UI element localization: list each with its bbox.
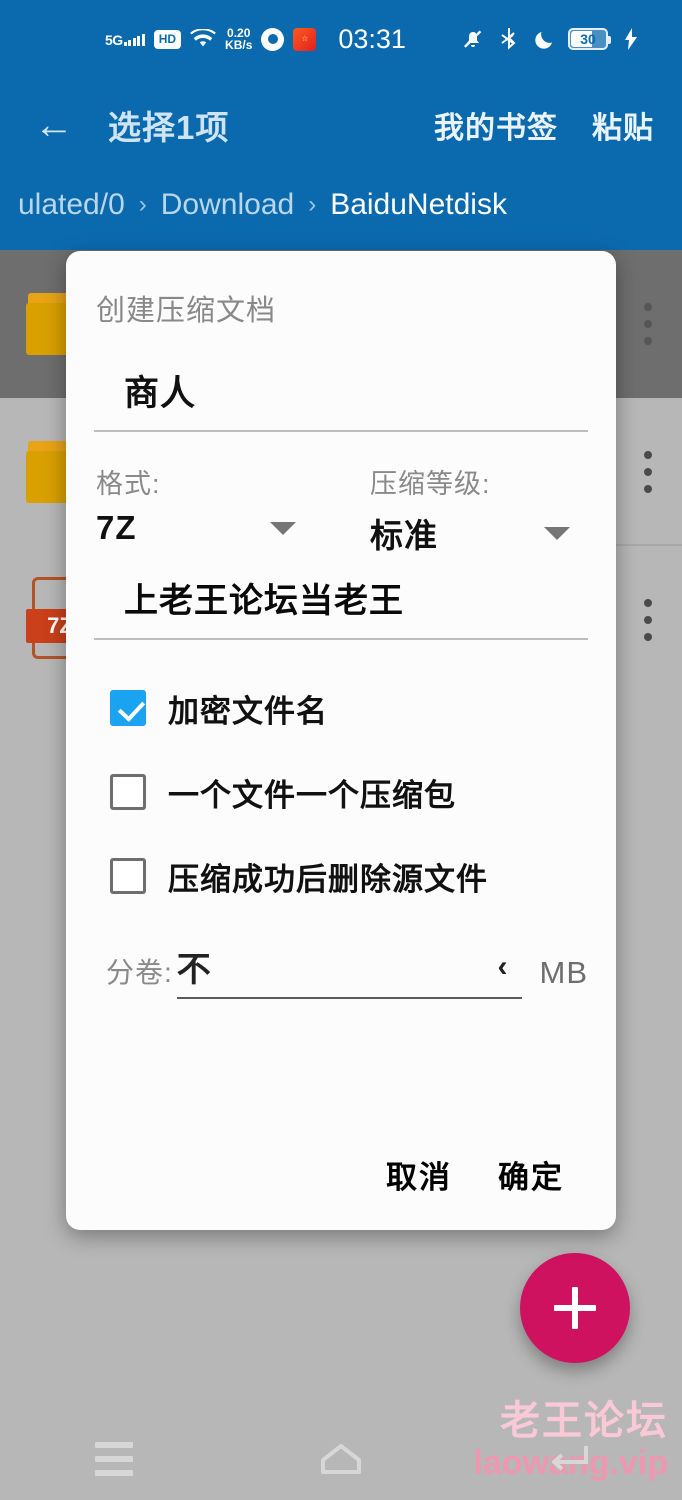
plus-icon bbox=[554, 1287, 596, 1329]
password-input[interactable]: 上老王论坛当老王 bbox=[124, 573, 588, 622]
my-bookmarks-button[interactable]: 我的书签 bbox=[434, 103, 558, 147]
more-vertical-icon[interactable] bbox=[644, 599, 652, 641]
back-icon bbox=[546, 1442, 590, 1476]
format-label: 格式: bbox=[96, 469, 161, 499]
mute-bell-icon bbox=[460, 26, 486, 52]
compression-level-selector[interactable]: 压缩等级: 标准 bbox=[314, 462, 588, 557]
bolt-icon bbox=[618, 26, 644, 52]
back-arrow-icon[interactable]: ← bbox=[28, 99, 80, 151]
compression-level-value-row[interactable]: 标准 bbox=[370, 509, 588, 557]
split-volume-unit: MB bbox=[539, 955, 588, 990]
signal-5g-icon: 5G bbox=[105, 31, 145, 48]
dialog-checkboxes: 加密文件名 一个文件一个压缩包 压缩成功后删除源文件 bbox=[94, 666, 588, 918]
create-archive-dialog: 创建压缩文档 商人 格式: 7Z 压缩等级: 标准 上老王论坛当老王 加密文件名 bbox=[66, 251, 616, 1230]
recents-button[interactable] bbox=[69, 1429, 159, 1489]
dialog-actions: 取消 确定 bbox=[66, 1118, 616, 1230]
chevron-down-icon[interactable] bbox=[544, 526, 570, 540]
volte-hd-icon: HD bbox=[153, 29, 182, 49]
checkbox-label: 一个文件一个压缩包 bbox=[168, 777, 456, 813]
app-icon: ☆ bbox=[293, 27, 317, 51]
network-speed-unit: KB/s bbox=[225, 38, 253, 52]
back-button[interactable] bbox=[523, 1429, 613, 1489]
clock-time: 03:31 bbox=[338, 23, 406, 54]
ok-button[interactable]: 确定 bbox=[498, 1152, 564, 1197]
battery-level-label: 30 bbox=[580, 31, 596, 47]
dialog-title: 创建压缩文档 bbox=[96, 295, 277, 327]
breadcrumb-separator: › bbox=[308, 191, 317, 218]
compression-level-label: 压缩等级: bbox=[370, 469, 491, 499]
network-speed-indicator: 0.20 KB/s bbox=[225, 27, 252, 51]
battery-indicator: 30 bbox=[568, 28, 611, 50]
archive-name-input[interactable]: 商人 bbox=[124, 365, 588, 416]
home-icon bbox=[319, 1442, 363, 1476]
breadcrumb-item-2[interactable]: BaiduNetdisk bbox=[330, 188, 507, 222]
chevron-down-icon[interactable] bbox=[270, 521, 296, 535]
more-vertical-icon[interactable] bbox=[644, 451, 652, 493]
checkbox-icon[interactable] bbox=[110, 858, 146, 894]
cancel-button[interactable]: 取消 bbox=[386, 1152, 452, 1197]
breadcrumb: ulated/0 › Download › BaiduNetdisk bbox=[0, 172, 682, 238]
network-type-label: 5G bbox=[105, 31, 123, 48]
menu-icon bbox=[94, 1442, 133, 1476]
page-title: 选择1项 bbox=[108, 109, 230, 146]
checkbox-label: 压缩成功后删除源文件 bbox=[168, 861, 488, 897]
breadcrumb-item-0[interactable]: ulated/0 bbox=[18, 188, 125, 222]
checkbox-encrypt-filenames[interactable]: 加密文件名 bbox=[94, 666, 588, 750]
home-button[interactable] bbox=[296, 1429, 386, 1489]
checkbox-delete-source-after[interactable]: 压缩成功后删除源文件 bbox=[94, 834, 588, 918]
checkbox-icon[interactable] bbox=[110, 774, 146, 810]
system-nav-bar bbox=[0, 1418, 682, 1500]
format-value-row[interactable]: 7Z bbox=[96, 509, 314, 547]
status-bar-right: 30 bbox=[460, 26, 644, 52]
breadcrumb-item-1[interactable]: Download bbox=[161, 188, 294, 222]
password-field[interactable]: 上老王论坛当老王 bbox=[94, 573, 588, 640]
status-bar: 5G HD 0.20 KB/s ☆ 03:31 30 bbox=[0, 0, 682, 78]
wifi-icon bbox=[190, 26, 216, 52]
format-selector[interactable]: 格式: 7Z bbox=[94, 462, 314, 557]
breadcrumb-separator: › bbox=[138, 191, 147, 218]
moon-icon bbox=[532, 26, 558, 52]
checkbox-one-archive-per-file[interactable]: 一个文件一个压缩包 bbox=[94, 750, 588, 834]
checkbox-label: 加密文件名 bbox=[168, 693, 328, 729]
split-volume-label: 分卷: bbox=[106, 957, 173, 988]
signal-bars-icon bbox=[123, 33, 145, 46]
add-fab-button[interactable] bbox=[520, 1253, 630, 1363]
status-bar-left: 5G HD 0.20 KB/s ☆ bbox=[105, 26, 317, 52]
app-bar-actions: 我的书签 粘贴 bbox=[434, 103, 654, 147]
dialog-selectors: 格式: 7Z 压缩等级: 标准 bbox=[94, 462, 588, 557]
chrome-icon bbox=[261, 27, 285, 51]
split-volume-row: 分卷: 不 ‹ MB bbox=[94, 942, 588, 999]
checkbox-icon[interactable] bbox=[110, 690, 146, 726]
app-bar-row: ← 选择1项 我的书签 粘贴 bbox=[0, 78, 682, 172]
format-value: 7Z bbox=[96, 509, 137, 546]
split-volume-value: 不 bbox=[176, 951, 211, 989]
chevron-left-icon[interactable]: ‹ bbox=[498, 950, 508, 984]
split-volume-input[interactable]: 不 ‹ bbox=[176, 942, 522, 999]
bluetooth-icon bbox=[496, 26, 522, 52]
paste-button[interactable]: 粘贴 bbox=[592, 103, 654, 147]
archive-name-field[interactable]: 商人 bbox=[94, 365, 588, 432]
compression-level-value: 标准 bbox=[370, 517, 438, 554]
app-bar: ← 选择1项 我的书签 粘贴 ulated/0 › Download › Bai… bbox=[0, 78, 682, 250]
more-vertical-icon[interactable] bbox=[644, 303, 652, 345]
